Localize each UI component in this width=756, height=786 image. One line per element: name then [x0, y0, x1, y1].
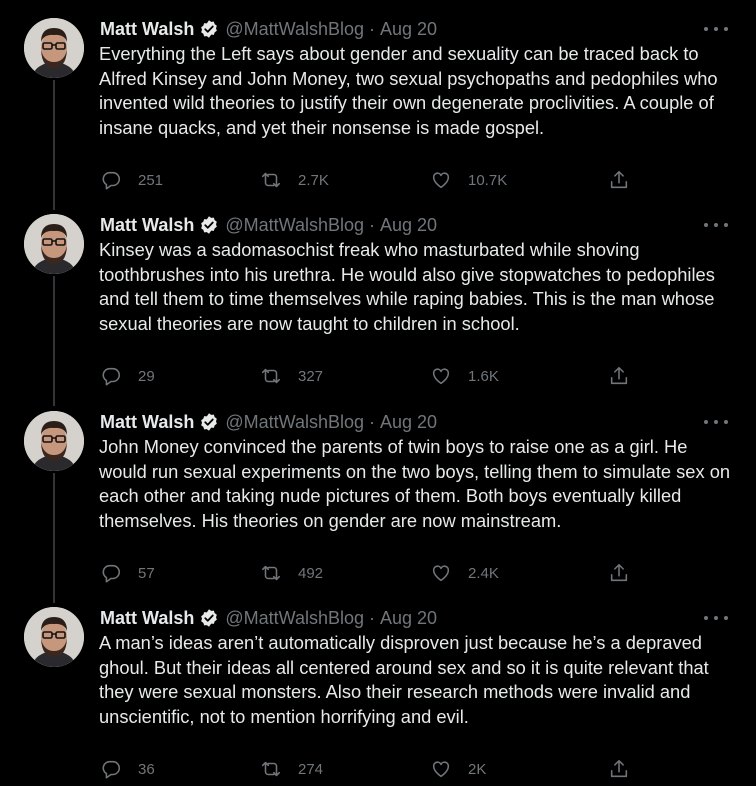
tweet-date[interactable]: Aug 20 — [380, 215, 437, 236]
share-button[interactable] — [608, 362, 630, 390]
reply-button[interactable]: 57 — [100, 559, 155, 587]
tweet-actions: 57 492 2.4K — [100, 559, 640, 587]
retweet-button[interactable]: 492 — [260, 559, 323, 587]
share-button[interactable] — [608, 559, 630, 587]
tweet-text: Kinsey was a sadomasochist freak who mas… — [99, 239, 715, 334]
retweet-button[interactable]: 274 — [260, 755, 323, 783]
reply-button[interactable]: 251 — [100, 166, 163, 194]
like-button[interactable]: 2.4K — [430, 559, 499, 587]
tweet-actions: 251 2.7K 10.7K — [100, 166, 640, 194]
tweet-header: Matt Walsh @MattWalshBlog · Aug 20 — [100, 605, 437, 631]
user-handle[interactable]: @MattWalshBlog — [225, 412, 364, 433]
tweet-header: Matt Walsh @MattWalshBlog · Aug 20 — [100, 409, 437, 435]
retweet-count: 327 — [298, 367, 324, 385]
verified-badge-icon — [201, 216, 218, 234]
tweet-thread: Matt Walsh @MattWalshBlog · Aug 20 Every… — [0, 0, 756, 786]
avatar[interactable] — [24, 411, 84, 471]
tweet-actions: 36 274 2K — [100, 755, 640, 783]
reply-count: 251 — [138, 171, 164, 189]
thread-line — [53, 80, 55, 210]
separator-dot: · — [369, 607, 375, 628]
separator-dot: · — [369, 411, 375, 432]
retweet-button[interactable]: 2.7K — [260, 166, 329, 194]
retweet-icon — [261, 172, 281, 188]
share-icon — [610, 759, 628, 778]
thread-line — [53, 473, 55, 603]
more-options-icon[interactable] — [704, 611, 728, 625]
separator-dot: · — [369, 214, 375, 235]
user-handle[interactable]: @MattWalshBlog — [225, 215, 364, 236]
retweet-icon — [261, 565, 281, 581]
tweet-date[interactable]: Aug 20 — [380, 412, 437, 433]
user-handle[interactable]: @MattWalshBlog — [225, 608, 364, 629]
share-icon — [610, 366, 628, 385]
user-handle[interactable]: @MattWalshBlog — [225, 19, 364, 40]
reply-count: 36 — [138, 760, 155, 778]
retweet-button[interactable]: 327 — [260, 362, 323, 390]
reply-icon — [102, 367, 121, 386]
avatar[interactable] — [24, 214, 84, 274]
like-count: 1.6K — [468, 367, 499, 385]
verified-badge-icon — [201, 609, 218, 627]
display-name[interactable]: Matt Walsh — [100, 412, 194, 433]
tweet-header: Matt Walsh @MattWalshBlog · Aug 20 — [100, 212, 437, 238]
tweet-actions: 29 327 1.6K — [100, 362, 640, 390]
reply-count: 29 — [138, 367, 155, 385]
like-button[interactable]: 10.7K — [430, 166, 507, 194]
retweet-count: 274 — [298, 760, 324, 778]
retweet-icon — [261, 368, 281, 384]
tweet-text: John Money convinced the parents of twin… — [99, 436, 731, 531]
like-count: 10.7K — [468, 171, 508, 189]
reply-icon — [102, 564, 121, 583]
like-icon — [432, 761, 450, 778]
like-button[interactable]: 2K — [430, 755, 486, 783]
share-icon — [610, 563, 628, 582]
verified-badge-icon — [201, 413, 218, 431]
avatar[interactable] — [24, 18, 84, 78]
retweet-icon — [261, 761, 281, 777]
reply-icon — [102, 171, 121, 190]
like-count: 2.4K — [468, 564, 499, 582]
like-icon — [432, 368, 450, 385]
more-options-icon[interactable] — [704, 22, 728, 36]
display-name[interactable]: Matt Walsh — [100, 608, 194, 629]
thread-line — [53, 276, 55, 406]
tweet-text: Everything the Left says about gender an… — [99, 43, 718, 138]
reply-count: 57 — [138, 564, 155, 582]
separator-dot: · — [369, 18, 375, 39]
tweet-text: A man’s ideas aren’t automatically dispr… — [99, 632, 709, 727]
retweet-count: 2.7K — [298, 171, 329, 189]
share-button[interactable] — [608, 755, 630, 783]
avatar[interactable] — [24, 607, 84, 667]
like-count: 2K — [468, 760, 487, 778]
verified-badge-icon — [201, 20, 218, 38]
more-options-icon[interactable] — [704, 415, 728, 429]
display-name[interactable]: Matt Walsh — [100, 215, 194, 236]
reply-button[interactable]: 29 — [100, 362, 155, 390]
reply-button[interactable]: 36 — [100, 755, 155, 783]
tweet-date[interactable]: Aug 20 — [380, 608, 437, 629]
like-icon — [432, 172, 450, 189]
share-icon — [610, 170, 628, 189]
reply-icon — [102, 760, 121, 779]
tweet-date[interactable]: Aug 20 — [380, 19, 437, 40]
display-name[interactable]: Matt Walsh — [100, 19, 194, 40]
like-button[interactable]: 1.6K — [430, 362, 499, 390]
more-options-icon[interactable] — [704, 218, 728, 232]
share-button[interactable] — [608, 166, 630, 194]
like-icon — [432, 565, 450, 582]
tweet-header: Matt Walsh @MattWalshBlog · Aug 20 — [100, 16, 437, 42]
retweet-count: 492 — [298, 564, 324, 582]
